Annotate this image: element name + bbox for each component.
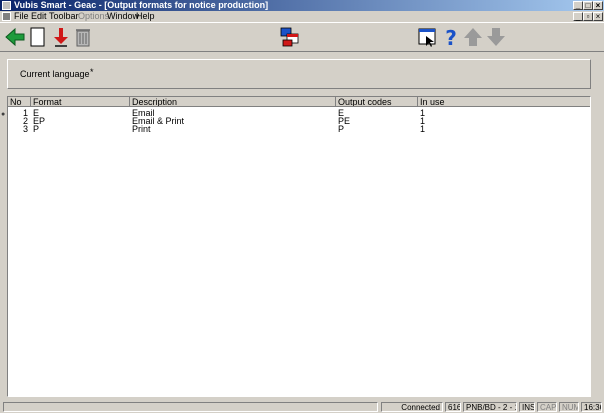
title-bar[interactable]: Vubis Smart - Geac - [Output formats for… <box>0 0 604 11</box>
insert-mode-indicator: INS <box>519 402 535 412</box>
column-header-description[interactable]: Description <box>130 97 336 107</box>
session-info: PNB/BD - 2 - 196 <box>463 402 517 412</box>
menu-window[interactable]: Window <box>107 11 139 22</box>
import-arrow-icon[interactable] <box>50 26 72 48</box>
child-restore-button[interactable]: ▫ <box>583 12 593 21</box>
svg-text:?: ? <box>445 26 457 48</box>
column-header-no[interactable]: No <box>8 97 31 107</box>
toolbar: ? <box>0 22 604 52</box>
clock: 16:36 <box>581 402 602 412</box>
filter-panel: Current language * <box>7 59 591 89</box>
connection-status: Connected <box>381 402 443 412</box>
window-title: Vubis Smart - Geac - [Output formats for… <box>14 0 269 10</box>
menu-help[interactable]: Help <box>136 11 155 22</box>
help-icon[interactable]: ? <box>440 26 462 48</box>
table-row[interactable]: 2 EP Email & Print PE 1 <box>8 117 590 126</box>
app-icon[interactable] <box>2 1 11 10</box>
new-document-icon[interactable] <box>27 26 49 48</box>
close-button[interactable]: × <box>593 1 603 10</box>
trash-icon[interactable] <box>72 26 94 48</box>
flags-icon[interactable] <box>279 26 301 48</box>
minimize-button[interactable]: _ <box>573 1 583 10</box>
menu-bar: File Edit Toolbar Options Window Help <box>0 11 604 22</box>
window-select-icon[interactable] <box>416 26 438 48</box>
child-minimize-button[interactable]: _ <box>573 12 583 21</box>
row-number: 3 <box>22 124 28 134</box>
table-row[interactable]: 1 E Email E 1 <box>8 109 590 118</box>
column-header-in-use[interactable]: In use <box>418 97 590 107</box>
menu-file[interactable]: File <box>14 11 29 22</box>
required-mark: * <box>90 67 94 77</box>
child-close-button[interactable]: × <box>593 12 603 21</box>
num-lock-indicator: NUM <box>559 402 579 412</box>
menu-edit[interactable]: Edit <box>31 11 47 22</box>
document-icon[interactable] <box>2 12 11 21</box>
column-header-format[interactable]: Format <box>31 97 130 107</box>
format-cell: P <box>33 124 40 134</box>
status-bar: Connected 616 PNB/BD - 2 - 196 INS CAPS … <box>0 401 604 413</box>
column-header-output-codes[interactable]: Output codes <box>336 97 418 107</box>
in-use-cell: 1 <box>420 124 426 134</box>
current-row-indicator-icon: ● <box>1 111 6 118</box>
status-code: 616 <box>445 402 461 412</box>
current-language-label: Current language <box>20 69 90 79</box>
maximize-button[interactable]: □ <box>583 1 593 10</box>
menu-options: Options <box>78 11 110 21</box>
description-cell: Print <box>132 124 151 134</box>
output-formats-table: No Format Description Output codes In us… <box>7 96 591 397</box>
caps-lock-indicator: CAPS <box>537 402 557 412</box>
back-arrow-icon[interactable] <box>4 26 26 48</box>
status-message-panel <box>3 402 378 412</box>
output-codes-cell: P <box>338 124 345 134</box>
table-row[interactable]: 3 P Print P 1 <box>8 124 590 134</box>
menu-toolbar[interactable]: Toolbar <box>49 11 79 22</box>
up-arrow-icon[interactable] <box>462 26 484 48</box>
down-arrow-icon[interactable] <box>485 26 507 48</box>
